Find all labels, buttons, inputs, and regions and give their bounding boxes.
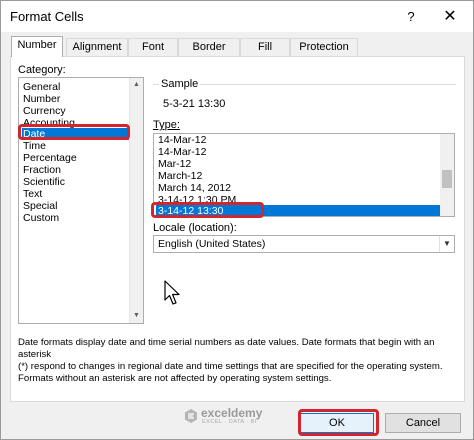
- watermark-tagline: EXCEL · DATA · BI: [202, 419, 257, 425]
- watermark-name: exceldemy: [201, 406, 263, 420]
- type-label: Type:: [153, 119, 180, 131]
- category-label: Category:: [18, 64, 66, 76]
- description-line: (*) respond to changes in regional date …: [18, 361, 443, 372]
- category-item-percentage[interactable]: Percentage: [22, 152, 129, 164]
- category-scrollbar[interactable]: ▲ ▼: [129, 78, 143, 323]
- locale-value: English (United States): [158, 238, 266, 250]
- sample-label: Sample: [159, 78, 201, 90]
- type-item[interactable]: 14-Mar-12: [156, 134, 442, 146]
- format-cells-dialog: Format Cells ? ✕ Number Alignment Font B…: [0, 0, 474, 440]
- title-bar: Format Cells ? ✕: [1, 1, 473, 32]
- locale-label: Locale (location):: [153, 222, 237, 234]
- scroll-up-arrow-icon[interactable]: ▲: [130, 79, 143, 91]
- description-text: Date formats display date and time seria…: [18, 337, 458, 385]
- ok-highlight-box: [298, 409, 379, 436]
- category-item-number[interactable]: Number: [22, 93, 129, 105]
- category-item-fraction[interactable]: Fraction: [22, 164, 129, 176]
- description-line: Date formats display date and time seria…: [18, 337, 435, 360]
- scroll-down-arrow-icon[interactable]: ▼: [130, 310, 143, 322]
- tab-fill[interactable]: Fill: [240, 38, 290, 56]
- tab-border[interactable]: Border: [178, 38, 240, 56]
- tab-font[interactable]: Font: [128, 38, 178, 56]
- type-highlight-box: [151, 202, 264, 218]
- category-item-currency[interactable]: Currency: [22, 105, 129, 117]
- help-button[interactable]: ?: [394, 1, 428, 32]
- type-scroll-thumb[interactable]: [442, 170, 452, 188]
- tab-alignment[interactable]: Alignment: [66, 38, 128, 56]
- category-item-general[interactable]: General: [22, 81, 129, 93]
- category-item-special[interactable]: Special: [22, 200, 129, 212]
- exceldemy-logo-icon: [185, 409, 197, 423]
- close-button[interactable]: ✕: [428, 1, 472, 32]
- type-item[interactable]: March 14, 2012: [156, 182, 442, 194]
- dropdown-arrow-icon[interactable]: ▼: [439, 236, 454, 252]
- category-item-text[interactable]: Text: [22, 188, 129, 200]
- category-item-scientific[interactable]: Scientific: [22, 176, 129, 188]
- close-icon: ✕: [443, 8, 457, 25]
- tab-protection[interactable]: Protection: [290, 38, 358, 56]
- sample-value: 5-3-21 13:30: [163, 98, 226, 110]
- tab-number[interactable]: Number: [11, 36, 63, 57]
- type-item[interactable]: 14-Mar-12: [156, 146, 442, 158]
- dialog-title: Format Cells: [10, 9, 84, 24]
- cancel-button[interactable]: Cancel: [385, 413, 461, 433]
- date-highlight-box: [18, 124, 130, 140]
- description-line: Formats without an asterisk are not affe…: [18, 373, 332, 384]
- mouse-cursor-icon: [164, 280, 180, 305]
- type-scrollbar[interactable]: [440, 134, 454, 216]
- type-item[interactable]: Mar-12: [156, 158, 442, 170]
- category-item-time[interactable]: Time: [22, 140, 129, 152]
- category-list[interactable]: General Number Currency Accounting Date …: [18, 77, 144, 324]
- category-item-custom[interactable]: Custom: [22, 212, 129, 224]
- type-item[interactable]: March-12: [156, 170, 442, 182]
- locale-dropdown[interactable]: English (United States) ▼: [153, 235, 455, 253]
